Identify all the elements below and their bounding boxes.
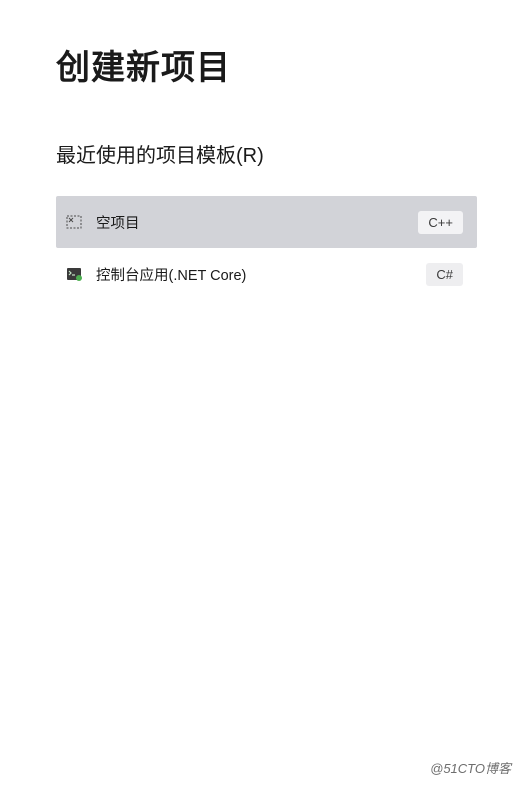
page-title: 创建新项目 [0,40,521,89]
language-badge: C# [426,263,463,286]
template-label: 空项目 [96,212,418,233]
recent-templates-heading: 最近使用的项目模板(R) [0,139,521,168]
console-app-icon [66,266,82,282]
empty-project-icon [66,214,82,230]
template-row-console-app[interactable]: 控制台应用(.NET Core) C# [56,248,477,300]
language-badge: C++ [418,211,463,234]
watermark-text: @51CTO博客 [430,758,511,777]
template-row-empty-project[interactable]: 空项目 C++ [56,196,477,248]
template-label: 控制台应用(.NET Core) [96,264,426,285]
template-list: 空项目 C++ 控制台应用(.NET Core) C# [0,196,521,300]
